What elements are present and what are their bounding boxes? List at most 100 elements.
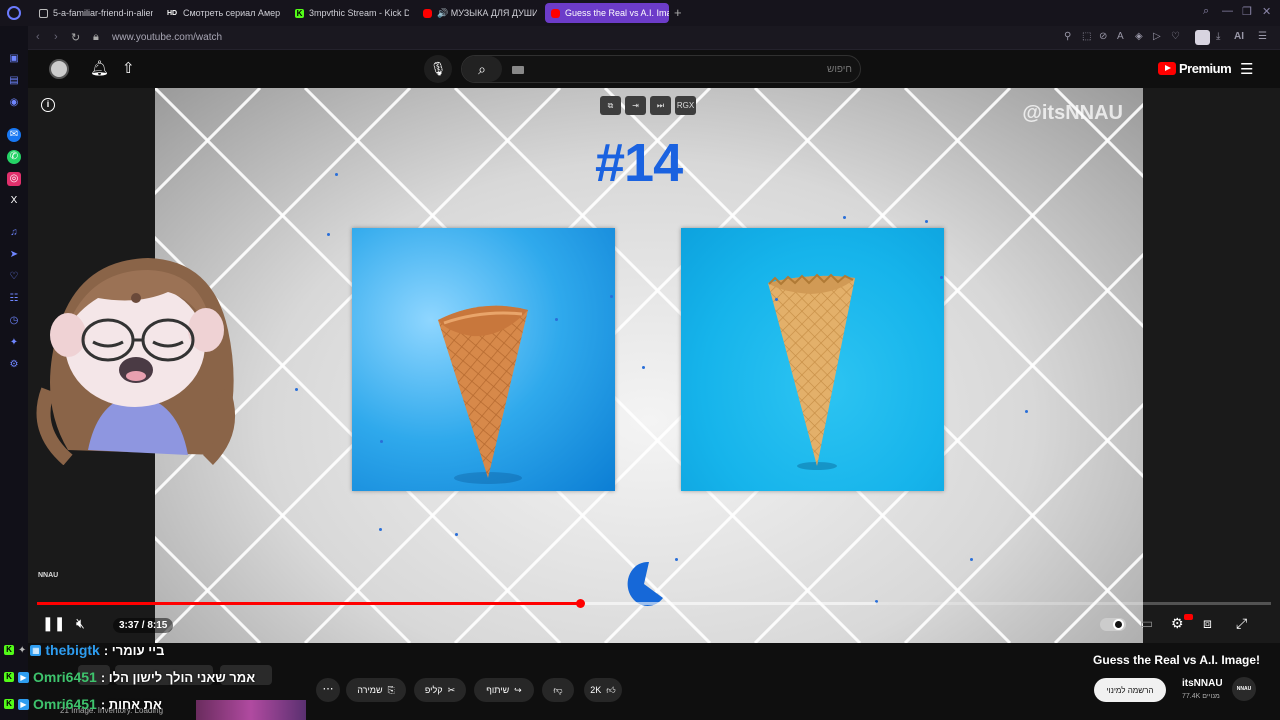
chat-username[interactable]: Omri6451	[33, 696, 97, 712]
like-button[interactable]: 2K 👍︎	[584, 678, 622, 702]
restore-icon[interactable]: ❐	[1242, 5, 1252, 18]
hd-icon: HD	[166, 9, 178, 17]
image-option-right	[681, 228, 944, 491]
music-icon[interactable]: ♫	[7, 226, 21, 240]
info-icon[interactable]: i	[41, 98, 55, 112]
youtube-premium-logo[interactable]: Premium	[1158, 61, 1232, 76]
hd-badge	[1184, 614, 1193, 620]
tab-title: Смотреть сериал Америк	[183, 8, 280, 18]
browser-tab-active[interactable]: Guess the Real vs A.I. Imag	[545, 3, 669, 23]
decor-dot	[555, 318, 558, 321]
share-button[interactable]: שיתוף ↪	[474, 678, 534, 702]
chat-text: : את אחות	[100, 696, 162, 712]
subscriber-badge-icon: ▦	[30, 644, 42, 656]
snapshot-icon[interactable]: ⬚	[1082, 31, 1091, 42]
guide-menu-icon[interactable]: ☰	[1240, 60, 1253, 78]
settings-icon[interactable]: ⚙	[7, 358, 21, 372]
browser-tab[interactable]: 5-a-familiar-friend-in-alien-	[33, 3, 153, 23]
clip-button[interactable]: קליפ ✂	[414, 678, 466, 702]
browser-tab[interactable]: K 3mpvthic Stream - Kick D	[289, 3, 409, 23]
settings-gear-icon[interactable]: ⚙	[1171, 615, 1184, 632]
extensions-sidebar-icon[interactable]: ✦	[7, 336, 21, 350]
rgx-button[interactable]: RGX	[675, 96, 696, 115]
popout-icon[interactable]: ⧉	[600, 96, 621, 115]
brand-corner-logo: NNAU	[38, 572, 59, 579]
vpn-icon[interactable]: ◈	[1135, 31, 1143, 42]
translate-icon[interactable]: A	[1117, 31, 1124, 42]
subscribe-button[interactable]: הרשמה למינוי	[1094, 678, 1166, 702]
tabs-icon[interactable]: ☷	[7, 292, 21, 306]
menu-icon[interactable]: ☰	[1258, 31, 1267, 42]
mic-icon: 🎙︎	[429, 61, 447, 76]
heart-icon[interactable]: ♡	[1171, 31, 1180, 42]
reload-icon[interactable]: ↻	[71, 31, 80, 44]
pause-icon[interactable]: ❚❚	[42, 615, 65, 632]
news-icon[interactable]: ▤	[7, 74, 21, 88]
progress-scrubber[interactable]	[575, 599, 585, 608]
decor-dot	[379, 528, 382, 531]
instagram-icon[interactable]: ◎	[7, 172, 21, 186]
kick-badge-icon: K	[4, 672, 14, 682]
url-field[interactable]: www.youtube.com/watch	[112, 32, 222, 43]
back-icon[interactable]: ‹	[36, 31, 40, 43]
ai-button[interactable]: AI	[1234, 31, 1244, 42]
browser-tab[interactable]: 🔊 МУЗЫКА ДЛЯ ДУШИ	[417, 3, 537, 23]
subtitles-icon[interactable]: ▭	[1140, 615, 1153, 632]
whatsapp-icon[interactable]: ✆	[7, 150, 21, 164]
pin-icon[interactable]: ⚲	[1064, 31, 1071, 42]
x-icon[interactable]: X	[7, 194, 21, 208]
premium-label: Premium	[1179, 61, 1232, 76]
lattice-line	[1053, 88, 1143, 179]
skip-icon[interactable]: ⏭	[650, 96, 671, 115]
lattice-line	[1053, 552, 1143, 643]
new-tab-icon[interactable]: +	[674, 5, 682, 20]
round-number: #14	[595, 133, 683, 193]
dislike-button[interactable]: 👎︎	[542, 678, 574, 702]
decor-dot	[295, 388, 298, 391]
save-label: שמירה	[357, 685, 383, 695]
speed-dial-icon[interactable]: ▣	[7, 52, 21, 66]
account-avatar[interactable]	[49, 59, 69, 79]
bookmark-icon: ⎘	[387, 684, 395, 695]
profile-avatar[interactable]	[1195, 30, 1210, 45]
channel-watermark: @itsNNAU	[1022, 102, 1123, 124]
channel-avatar[interactable]: NNAU	[1232, 677, 1256, 701]
video-overlay-toolbar: ⧉ ⇥ ⏭ RGX	[600, 96, 696, 115]
close-icon[interactable]: ✕	[1262, 5, 1271, 18]
opera-logo-icon[interactable]	[7, 6, 21, 20]
send-icon[interactable]: ➤	[7, 248, 21, 262]
subscriber-badge-icon: ▶	[18, 671, 29, 683]
voice-search-button[interactable]: 🎙︎	[424, 55, 452, 83]
history-icon[interactable]: ◷	[7, 314, 21, 328]
upload-icon[interactable]: ⇧	[122, 59, 135, 77]
messenger-icon[interactable]: ✉	[7, 128, 21, 142]
chat-username[interactable]: Omri6451	[33, 669, 97, 685]
decor-dot	[455, 533, 458, 536]
kick-icon: K	[295, 8, 304, 18]
browser-tab[interactable]: HD Смотреть сериал Америк	[160, 3, 280, 23]
search-box: ⌕	[461, 55, 861, 83]
decor-dot	[970, 558, 973, 561]
download-icon[interactable]: ⤓	[1216, 31, 1220, 42]
notifications-icon[interactable]: 🔔︎	[90, 59, 109, 77]
miniplayer-icon[interactable]: ⧈	[1203, 615, 1212, 632]
favorites-icon[interactable]: ♡	[7, 270, 21, 284]
video-frame[interactable]: ⧉ ⇥ ⏭ RGX @itsNNAU #14	[155, 88, 1143, 643]
image-option-left	[352, 228, 615, 491]
fullscreen-icon[interactable]: ⤢	[1236, 615, 1247, 632]
save-button[interactable]: שמירה ⎘	[346, 678, 406, 702]
mute-icon[interactable]: 🔇︎	[76, 615, 85, 632]
chat-username[interactable]: thebigtk	[45, 642, 99, 658]
adblock-icon[interactable]: ⊘	[1099, 31, 1107, 42]
forward-icon[interactable]: ›	[54, 31, 58, 43]
exit-icon[interactable]: ⇥	[625, 96, 646, 115]
play-icon[interactable]: ▷	[1153, 31, 1161, 42]
decor-dot	[380, 440, 383, 443]
minimize-icon[interactable]: —	[1222, 5, 1233, 17]
search-button[interactable]: ⌕	[462, 56, 502, 82]
decor-dot	[1025, 410, 1028, 413]
channel-name[interactable]: itsNNAU	[1182, 678, 1223, 689]
search-input[interactable]	[506, 60, 852, 78]
aria-icon[interactable]: ◉	[7, 96, 21, 110]
search-tabs-icon[interactable]: ⌕	[1203, 5, 1209, 18]
